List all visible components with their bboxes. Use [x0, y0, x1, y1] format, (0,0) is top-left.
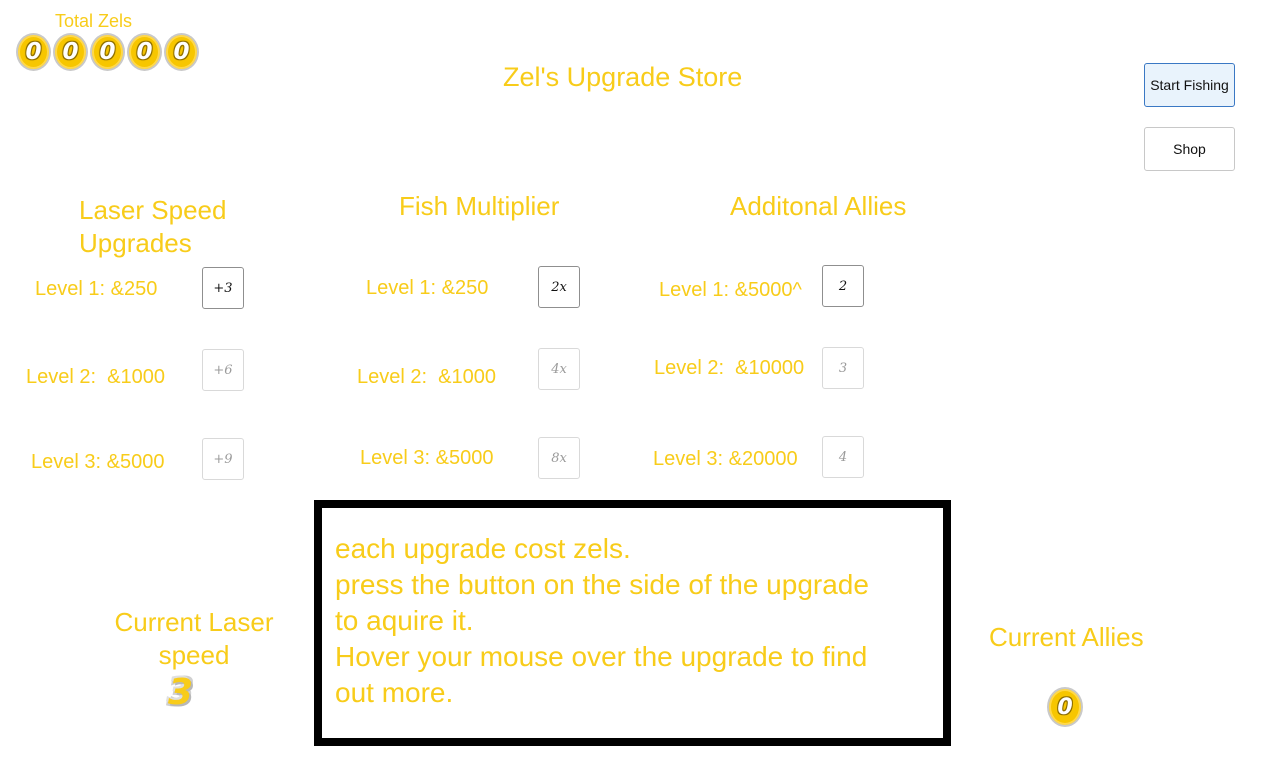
fish-level-2-button[interactable]: 4x: [538, 348, 580, 390]
current-allies-value: 0: [1047, 687, 1083, 727]
laser-speed-heading: Laser Speed Upgrades: [79, 194, 226, 260]
shop-button[interactable]: Shop: [1144, 127, 1235, 171]
laser-heading-line1: Laser Speed: [79, 195, 227, 225]
fish-level-1-button[interactable]: 2x: [538, 266, 580, 308]
start-fishing-button[interactable]: Start Fishing: [1144, 63, 1235, 107]
total-zels-counter: 0 0 0 0 0: [16, 33, 199, 71]
total-zels-label: Total Zels: [55, 11, 133, 31]
current-laser-speed-value: 3: [168, 672, 194, 713]
laser-level-2-button[interactable]: +6: [202, 349, 244, 391]
allies-level-2-button[interactable]: 3: [822, 347, 864, 389]
instructions-line: out more.: [335, 677, 454, 708]
laser-level-2-label: Level 2: &1000: [26, 366, 165, 388]
additional-allies-heading: Additonal Allies: [730, 191, 907, 221]
zel-digit: 0: [16, 33, 51, 71]
current-laser-speed-label: Current Laser speed: [104, 606, 284, 672]
current-allies-label: Current Allies: [989, 622, 1144, 652]
instructions-line: Hover your mouse over the upgrade to fin…: [335, 641, 868, 672]
laser-level-1-button[interactable]: +3: [202, 267, 244, 309]
fish-level-1-label: Level 1: &250: [366, 277, 489, 299]
fish-level-2-label: Level 2: &1000: [357, 366, 496, 388]
fish-level-3-button[interactable]: 8x: [538, 437, 580, 479]
page-title: Zel's Upgrade Store: [503, 62, 743, 92]
allies-level-2-label: Level 2: &10000: [654, 357, 805, 379]
instructions-line: to aquire it.: [335, 605, 474, 636]
zel-digit: 0: [164, 33, 199, 71]
allies-level-1-button[interactable]: 2: [822, 265, 864, 307]
zel-digit: 0: [53, 33, 88, 71]
fish-level-3-label: Level 3: &5000: [360, 447, 494, 469]
zel-digit: 0: [90, 33, 125, 71]
instructions-line: press the button on the side of the upgr…: [335, 569, 869, 600]
zel-digit: 0: [127, 33, 162, 71]
laser-heading-line2: Upgrades: [79, 228, 192, 258]
fish-multiplier-heading: Fish Multiplier: [399, 191, 560, 221]
laser-level-3-button[interactable]: +9: [202, 438, 244, 480]
allies-level-3-button[interactable]: 4: [822, 436, 864, 478]
allies-level-3-label: Level 3: &20000: [653, 448, 798, 470]
current-laser-label-line2: speed: [158, 640, 230, 670]
current-laser-label-line1: Current Laser: [114, 607, 274, 637]
instructions-line: each upgrade cost zels.: [335, 533, 631, 564]
laser-level-1-label: Level 1: &250: [35, 278, 158, 300]
laser-level-3-label: Level 3: &5000: [31, 451, 165, 473]
instructions-text: each upgrade cost zels. press the button…: [335, 531, 945, 711]
instructions-box: each upgrade cost zels. press the button…: [314, 500, 951, 746]
allies-level-1-label: Level 1: &5000^: [659, 279, 802, 301]
